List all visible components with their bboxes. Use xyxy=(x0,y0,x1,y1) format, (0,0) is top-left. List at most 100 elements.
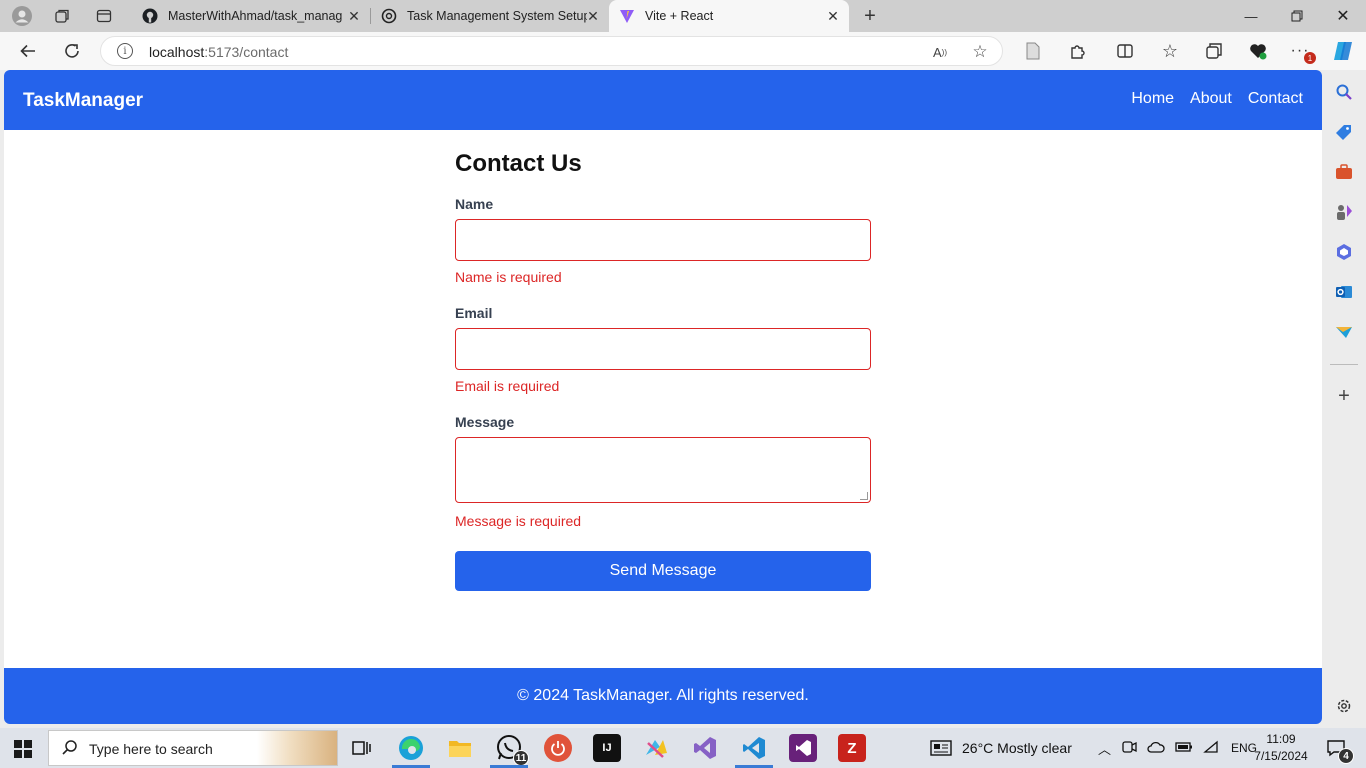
tab-title: Task Management System Setup xyxy=(407,9,587,23)
search-placeholder: Type here to search xyxy=(89,741,213,757)
message-textarea[interactable] xyxy=(455,437,871,503)
name-error: Name is required xyxy=(455,269,562,285)
brand-logo[interactable]: TaskManager xyxy=(23,90,143,112)
send-message-button[interactable]: Send Message xyxy=(455,551,871,591)
read-aloud-icon[interactable]: A)) xyxy=(931,43,949,61)
search-icon xyxy=(61,739,79,757)
browser-toolbar: i localhost:5173/contact A)) ☆ ☆ ··· 1 xyxy=(0,32,1366,70)
contact-form: Contact Us Name Name is required Email E… xyxy=(455,150,871,591)
weather-text: 26°C Mostly clear xyxy=(962,740,1072,756)
extensions-icon[interactable] xyxy=(1065,40,1089,62)
tab-github[interactable]: MasterWithAhmad/task_manage ✕ xyxy=(132,0,370,32)
notification-badge: 1 xyxy=(1304,52,1316,64)
close-tab-icon[interactable]: ✕ xyxy=(346,8,362,24)
tab-actions-icon[interactable] xyxy=(94,6,114,26)
minimize-icon[interactable]: — xyxy=(1228,0,1274,32)
workspaces-icon[interactable] xyxy=(52,6,72,26)
message-error: Message is required xyxy=(455,513,582,529)
back-icon[interactable] xyxy=(16,40,40,62)
email-input[interactable] xyxy=(455,328,871,370)
visual-studio-icon[interactable] xyxy=(691,734,719,762)
name-label: Name xyxy=(455,196,494,212)
tab-chatgpt[interactable]: Task Management System Setup ✕ xyxy=(371,0,609,32)
shopping-tag-icon[interactable] xyxy=(1334,122,1354,142)
whatsapp-icon[interactable]: 11 xyxy=(495,734,529,766)
battery-icon[interactable] xyxy=(1175,740,1193,757)
onedrive-icon[interactable] xyxy=(1147,740,1165,757)
favorite-star-icon[interactable]: ☆ xyxy=(971,42,989,61)
clock-time: 11:09 xyxy=(1266,732,1296,746)
settings-more-icon[interactable]: ··· 1 xyxy=(1288,40,1316,64)
resize-handle[interactable] xyxy=(860,492,868,500)
paint-3d-icon[interactable] xyxy=(642,734,670,762)
close-tab-icon[interactable]: ✕ xyxy=(825,8,841,24)
file-explorer-icon[interactable] xyxy=(446,734,474,762)
message-label: Message xyxy=(455,414,515,430)
wifi-icon[interactable] xyxy=(1203,740,1221,757)
filezilla-icon[interactable]: Z xyxy=(838,734,866,762)
copilot-icon[interactable] xyxy=(1331,40,1355,62)
browser-essentials-icon[interactable] xyxy=(1246,40,1270,62)
weather-widget[interactable]: 26°C Mostly clear xyxy=(930,728,1072,768)
footer-text: © 2024 TaskManager. All rights reserved. xyxy=(517,687,809,704)
split-screen-icon[interactable] xyxy=(1113,40,1137,62)
outlook-icon[interactable] xyxy=(1334,282,1354,302)
show-hidden-icons-chevron-icon[interactable]: ︿ xyxy=(1098,739,1111,758)
edge-browser-icon[interactable] xyxy=(397,734,425,762)
reading-view-icon[interactable] xyxy=(1021,40,1045,62)
sidebar-divider xyxy=(1330,364,1358,365)
url-text: localhost:5173/contact xyxy=(149,44,289,60)
add-sidebar-app-icon[interactable]: + xyxy=(1334,385,1354,407)
nav-contact-link[interactable]: Contact xyxy=(1248,90,1303,108)
taskbar-clock[interactable]: 11:09 7/15/2024 xyxy=(1250,731,1312,765)
tab-vite-react[interactable]: Vite + React ✕ xyxy=(609,0,849,32)
site-navbar: TaskManager Home About Contact xyxy=(4,70,1322,130)
whatsapp-unread-badge: 11 xyxy=(513,750,529,766)
site-footer: © 2024 TaskManager. All rights reserved. xyxy=(4,668,1322,724)
notification-count-badge: 4 xyxy=(1338,748,1354,764)
news-icon xyxy=(930,740,952,756)
github-icon xyxy=(142,8,158,24)
task-view-icon[interactable] xyxy=(347,734,375,762)
new-tab-icon[interactable]: + xyxy=(860,5,880,27)
tools-briefcase-icon[interactable] xyxy=(1334,162,1354,182)
page-viewport: TaskManager Home About Contact Contact U… xyxy=(4,70,1322,724)
tab-title: Vite + React xyxy=(645,9,714,23)
tab-title: MasterWithAhmad/task_manage xyxy=(168,9,342,23)
windows-start-icon[interactable] xyxy=(14,740,32,758)
chatgpt-icon xyxy=(381,8,397,24)
browser-sidebar: + xyxy=(1322,70,1366,724)
email-error: Email is required xyxy=(455,378,560,394)
sidebar-settings-gear-icon[interactable] xyxy=(1334,696,1354,716)
nav-links: Home About Contact xyxy=(1131,90,1303,108)
refresh-icon[interactable] xyxy=(60,40,84,62)
vite-icon xyxy=(619,8,635,24)
page-title: Contact Us xyxy=(455,150,582,177)
games-icon[interactable] xyxy=(1334,202,1354,222)
nav-home-link[interactable]: Home xyxy=(1131,90,1174,108)
collections-icon[interactable] xyxy=(1202,40,1226,62)
favorites-icon[interactable]: ☆ xyxy=(1158,40,1182,62)
taskbar-search-box[interactable]: Type here to search xyxy=(48,730,338,766)
vscode-icon[interactable] xyxy=(740,734,768,762)
site-info-icon[interactable]: i xyxy=(117,43,133,59)
meet-now-icon[interactable] xyxy=(1121,739,1137,758)
windows-taskbar: Type here to search 11 IJ Z 26°C Mostly … xyxy=(0,728,1366,768)
email-label: Email xyxy=(455,305,493,321)
address-bar[interactable]: i localhost:5173/contact A)) ☆ xyxy=(100,36,1003,66)
power-app-icon[interactable] xyxy=(544,734,572,762)
close-window-icon[interactable]: ✕ xyxy=(1320,0,1366,32)
notification-center-icon[interactable]: 4 xyxy=(1322,734,1354,764)
visual-studio-2-icon[interactable] xyxy=(789,734,817,762)
send-telegram-icon[interactable] xyxy=(1334,322,1354,342)
close-tab-icon[interactable]: ✕ xyxy=(585,8,601,24)
nav-about-link[interactable]: About xyxy=(1190,90,1232,108)
microsoft-365-icon[interactable] xyxy=(1334,242,1354,262)
profile-icon[interactable] xyxy=(12,6,32,26)
search-icon[interactable] xyxy=(1334,82,1354,102)
restore-icon[interactable] xyxy=(1274,0,1320,32)
clock-date: 7/15/2024 xyxy=(1254,749,1308,763)
system-tray: ︿ ENG xyxy=(1098,728,1257,768)
name-input[interactable] xyxy=(455,219,871,261)
intellij-icon[interactable]: IJ xyxy=(593,734,621,762)
